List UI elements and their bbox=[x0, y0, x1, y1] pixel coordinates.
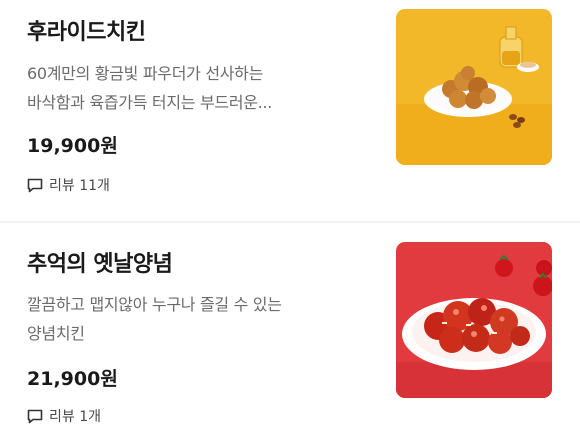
description-line: 깔끔하고 맵지않아 누구나 즐길 수 있는 bbox=[27, 295, 282, 314]
review-count-label: 리뷰 1개 bbox=[49, 409, 101, 425]
review-count-label: 리뷰 11개 bbox=[49, 178, 110, 194]
divider bbox=[0, 221, 580, 223]
review-count[interactable]: 리뷰 1개 bbox=[27, 406, 101, 426]
description-line: 바삭함과 육즙가득 터지는 부드러운... bbox=[27, 93, 273, 112]
menu-item-seasoned-chicken[interactable]: 추억의 옛날양념 깔끔하고 맵지않아 누구나 즐길 수 있는 양념치킨 21,9… bbox=[0, 224, 580, 446]
speech-bubble-icon bbox=[27, 409, 43, 423]
menu-item-price: 21,900원 bbox=[27, 368, 118, 390]
menu-item-price: 19,900원 bbox=[27, 135, 118, 157]
fried-chicken-photo[interactable] bbox=[396, 9, 552, 165]
menu-item-name: 추억의 옛날양념 bbox=[27, 252, 173, 277]
seasoned-chicken-photo[interactable] bbox=[396, 242, 552, 398]
menu-item-name: 후라이드치킨 bbox=[27, 20, 146, 45]
review-count[interactable]: 리뷰 11개 bbox=[27, 175, 110, 195]
description-line: 양념치킨 bbox=[27, 324, 85, 343]
menu-item-description: 60계만의 황금빛 파우더가 선사하는 바삭함과 육즙가득 터지는 부드러운..… bbox=[27, 59, 337, 117]
menu-item-fried-chicken[interactable]: 후라이드치킨 60계만의 황금빛 파우더가 선사하는 바삭함과 육즙가득 터지는… bbox=[0, 0, 580, 222]
speech-bubble-icon bbox=[27, 178, 43, 192]
menu-item-description: 깔끔하고 맵지않아 누구나 즐길 수 있는 양념치킨 bbox=[27, 290, 337, 348]
menu-list: 후라이드치킨 60계만의 황금빛 파우더가 선사하는 바삭함과 육즙가득 터지는… bbox=[0, 0, 580, 448]
description-line: 60계만의 황금빛 파우더가 선사하는 bbox=[27, 64, 263, 83]
